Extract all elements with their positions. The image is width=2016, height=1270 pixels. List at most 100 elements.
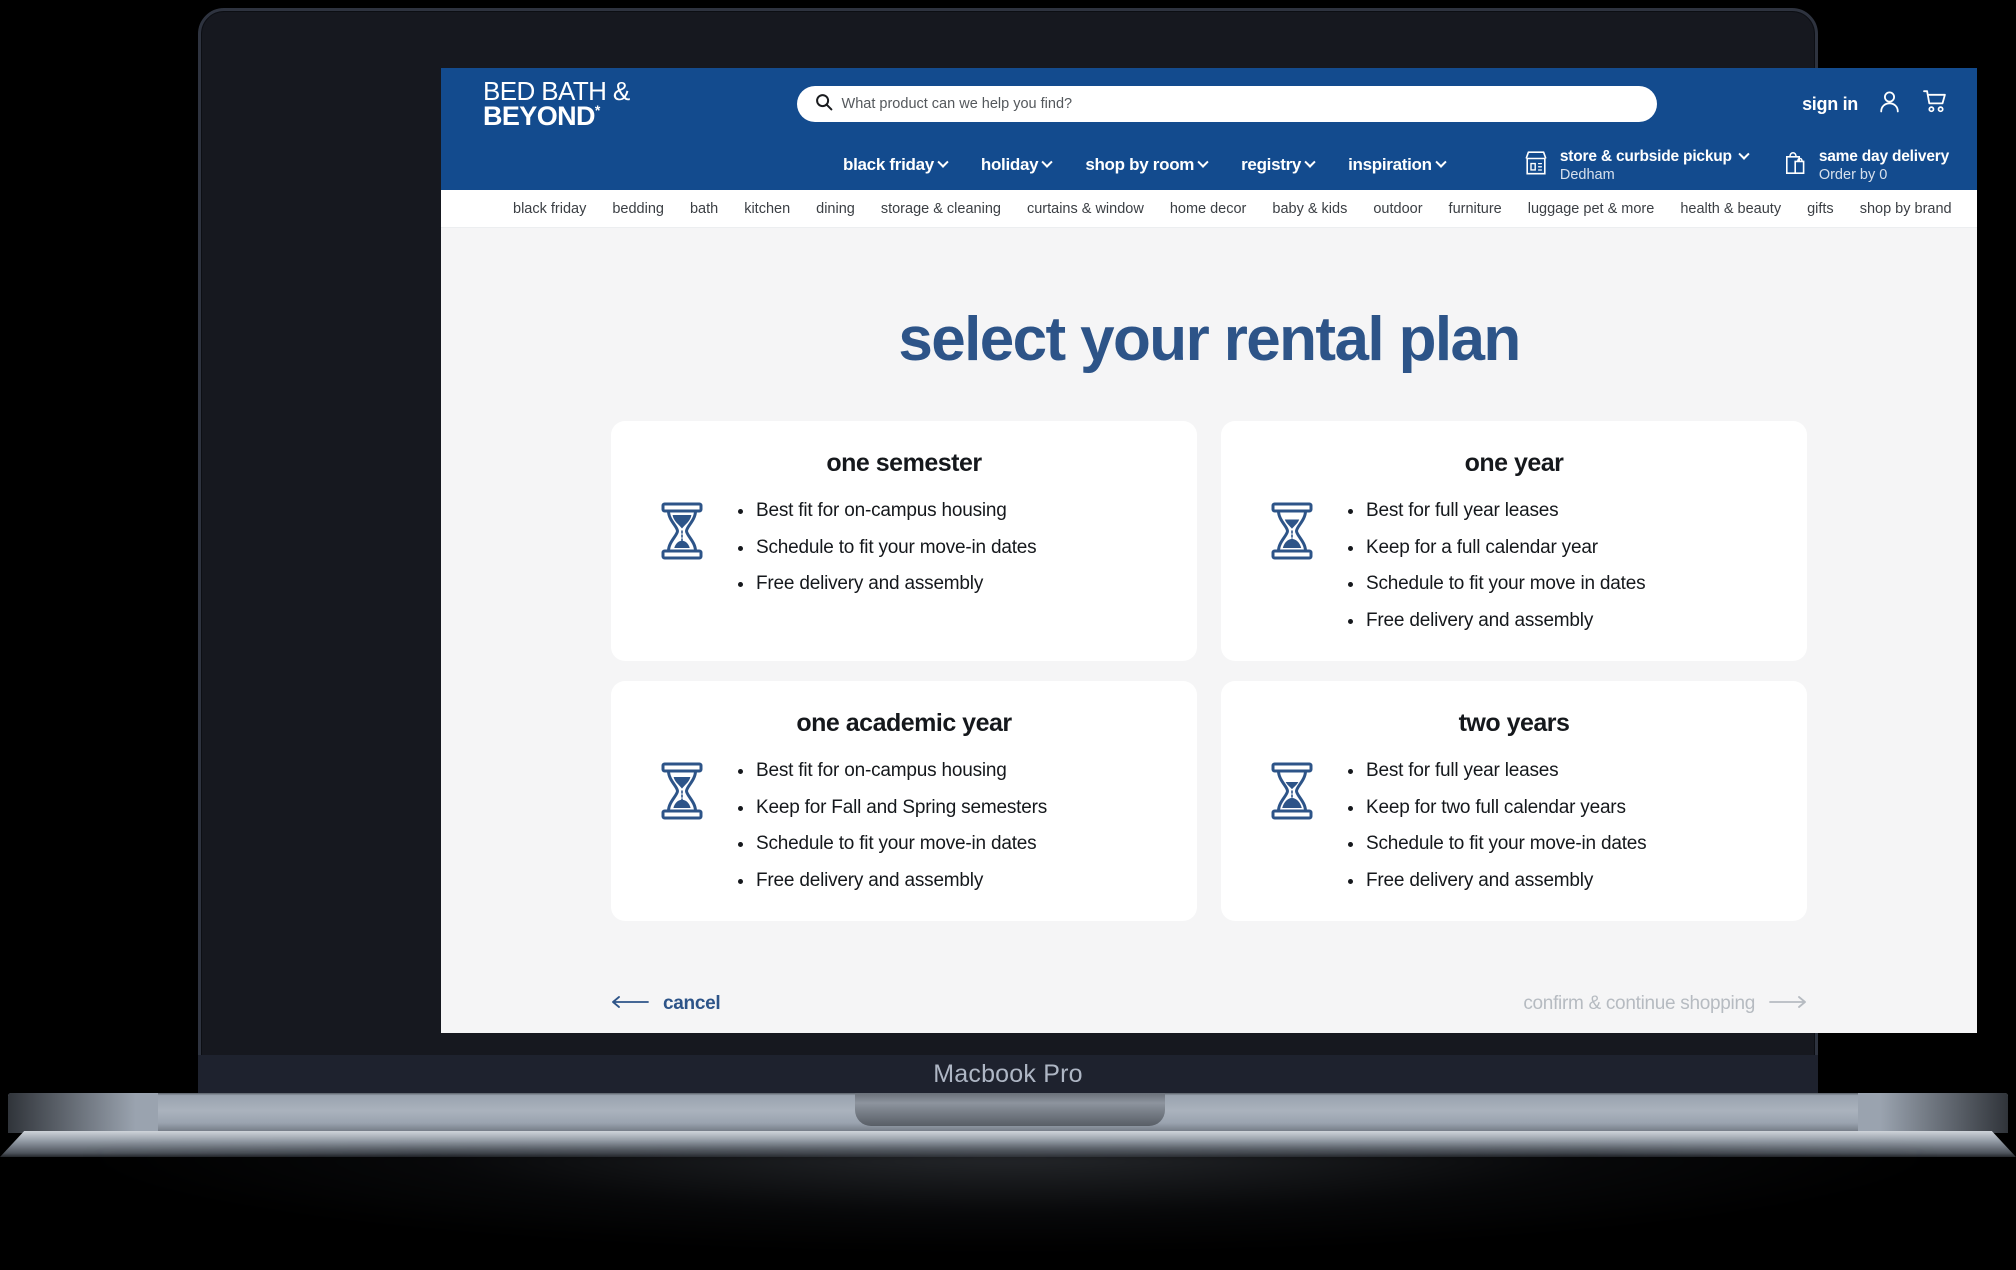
same-day-delivery-title-row: same day delivery	[1819, 148, 1949, 166]
confirm-continue-shopping-button[interactable]: confirm & continue shopping	[1523, 993, 1807, 1015]
category-link-shop-by-brand[interactable]: shop by brand	[1860, 201, 1952, 217]
cancel-button-label: cancel	[663, 993, 721, 1014]
primary-navigation: black friday holiday shop by room regist…	[441, 140, 1977, 190]
nav-item-black-friday[interactable]: black friday	[843, 155, 949, 175]
same-day-delivery-cutoff: Order by 0	[1818, 166, 1888, 183]
laptop-chin: Macbook Pro	[198, 1055, 1818, 1093]
nav-item-label: holiday	[980, 155, 1039, 174]
laptop-trackpad-notch	[855, 1093, 1165, 1126]
brand-logo-line2: BEYOND*	[483, 100, 651, 131]
chevron-down-icon	[937, 156, 949, 168]
nav-item-label: registry	[1241, 155, 1302, 174]
browser-viewport: BED BATH & BEYOND* What product can we h…	[441, 68, 1977, 1033]
plan-body: Best for full year leases Keep for a ful…	[1255, 498, 1773, 634]
hourglass-icon	[659, 762, 705, 825]
hourglass-icon	[1269, 502, 1315, 565]
plan-body: Best fit for on-campus housing Schedule …	[645, 498, 1163, 597]
same-day-delivery-selector[interactable]: same day delivery Order by 0	[1782, 148, 1949, 183]
nav-item-holiday[interactable]: holiday	[980, 155, 1053, 175]
category-link-curtains-window[interactable]: curtains & window	[1027, 201, 1144, 217]
nav-item-registry[interactable]: registry	[1241, 155, 1316, 175]
search-wrapper: What product can we help you find?	[673, 86, 1780, 122]
user-icon[interactable]	[1876, 88, 1903, 120]
plan-title: two years	[1458, 709, 1570, 737]
category-link-home-decor[interactable]: home decor	[1170, 201, 1247, 217]
search-icon	[815, 93, 833, 116]
plan-title: one year	[1464, 449, 1564, 477]
brand-logo[interactable]: BED BATH & BEYOND*	[483, 78, 651, 131]
hourglass-icon	[1269, 762, 1315, 825]
shopping-cart-icon[interactable]	[1921, 88, 1949, 120]
plan-feature: Schedule to fit your move-in dates	[735, 831, 1047, 857]
category-link-bath[interactable]: bath	[690, 201, 718, 217]
plan-card-one-year[interactable]: one year Best for full year leases Keep …	[1221, 421, 1807, 661]
category-link-furniture[interactable]: furniture	[1449, 201, 1502, 217]
category-link-baby-kids[interactable]: baby & kids	[1272, 201, 1347, 217]
hourglass-icon	[659, 502, 705, 565]
search-input[interactable]: What product can we help you find?	[796, 86, 1657, 122]
nav-item-inspiration[interactable]: inspiration	[1348, 155, 1447, 175]
chevron-down-icon	[1738, 148, 1750, 160]
plan-feature: Free delivery and assembly	[1345, 608, 1645, 634]
laptop-mockup: BED BATH & BEYOND* What product can we h…	[0, 0, 2016, 1270]
sign-in-button[interactable]: sign in	[1802, 94, 1858, 115]
store-pickup-title: store & curbside pickup	[1559, 147, 1732, 165]
plan-feature: Schedule to fit your move-in dates	[735, 535, 1037, 561]
plan-feature-list: Best fit for on-campus housing Keep for …	[735, 758, 1047, 894]
plan-feature: Best for full year leases	[1345, 498, 1645, 524]
chevron-down-icon	[1041, 156, 1053, 168]
laptop-lid: BED BATH & BEYOND* What product can we h…	[198, 8, 1977, 1083]
plan-feature: Keep for a full calendar year	[1345, 535, 1645, 561]
header-services: store & curbside pickup Dedham same day …	[1523, 148, 1949, 183]
plan-card-one-semester[interactable]: one semester Best fit for on-campus hous…	[611, 421, 1197, 661]
header-actions: sign in	[1802, 88, 1949, 120]
store-icon	[1523, 149, 1549, 181]
plan-card-one-academic-year[interactable]: one academic year Best fit for on-campus…	[611, 681, 1197, 921]
category-link-dining[interactable]: dining	[816, 201, 855, 217]
category-link-health-beauty[interactable]: health & beauty	[1680, 201, 1781, 217]
category-link-black-friday[interactable]: black friday	[513, 201, 586, 217]
nav-item-label: black friday	[843, 155, 934, 174]
plan-feature: Best fit for on-campus housing	[735, 498, 1036, 524]
plan-card-two-years[interactable]: two years Best for full year leases Keep…	[1221, 681, 1807, 921]
chevron-down-icon	[1197, 156, 1209, 168]
nav-item-label: inspiration	[1348, 155, 1432, 174]
brand-logo-line2-text: BEYOND	[483, 100, 596, 131]
arrow-right-icon	[1769, 993, 1807, 1015]
category-navigation-bar: black friday bedding bath kitchen dining…	[441, 190, 1977, 228]
chevron-down-icon	[1435, 156, 1447, 168]
cancel-button[interactable]: cancel	[611, 993, 721, 1015]
confirm-button-label: confirm & continue shopping	[1523, 993, 1755, 1014]
chevron-down-icon	[1304, 156, 1316, 168]
category-link-gifts[interactable]: gifts	[1807, 201, 1834, 217]
plan-body: Best fit for on-campus housing Keep for …	[645, 758, 1163, 894]
same-day-delivery-text: same day delivery Order by 0	[1819, 148, 1949, 183]
plan-feature: Schedule to fit your move in dates	[1345, 571, 1646, 597]
plan-feature: Free delivery and assembly	[735, 868, 1047, 894]
search-placeholder-text: What product can we help you find?	[841, 96, 1073, 112]
page-title: select your rental plan	[898, 305, 1521, 374]
store-pickup-selector[interactable]: store & curbside pickup Dedham	[1523, 147, 1750, 183]
nav-item-shop-by-room[interactable]: shop by room	[1085, 155, 1209, 175]
category-link-outdoor[interactable]: outdoor	[1373, 201, 1422, 217]
category-link-bedding[interactable]: bedding	[612, 201, 664, 217]
page-body: select your rental plan one semester Bes…	[441, 228, 1977, 1033]
category-link-storage-cleaning[interactable]: storage & cleaning	[881, 201, 1001, 217]
delivery-bag-icon	[1782, 149, 1808, 181]
plan-feature: Free delivery and assembly	[735, 571, 1036, 597]
category-link-luggage-pet-more[interactable]: luggage pet & more	[1528, 201, 1655, 217]
header-top-row: BED BATH & BEYOND* What product can we h…	[441, 68, 1977, 140]
site-header: BED BATH & BEYOND* What product can we h…	[441, 68, 1977, 190]
laptop-shadow	[90, 1150, 1930, 1250]
arrow-left-icon	[611, 993, 649, 1015]
store-pickup-text: store & curbside pickup Dedham	[1559, 147, 1750, 183]
category-link-kitchen[interactable]: kitchen	[744, 201, 790, 217]
plan-feature: Keep for Fall and Spring semesters	[735, 795, 1047, 821]
same-day-delivery-title: same day delivery	[1818, 147, 1949, 165]
plan-feature-list: Best for full year leases Keep for a ful…	[1345, 498, 1646, 634]
plan-feature: Keep for two full calendar years	[1345, 795, 1646, 821]
plan-feature: Schedule to fit your move-in dates	[1345, 831, 1647, 857]
plan-body: Best for full year leases Keep for two f…	[1255, 758, 1773, 894]
store-pickup-title-row: store & curbside pickup	[1559, 147, 1750, 166]
store-pickup-location: Dedham	[1559, 166, 1615, 183]
